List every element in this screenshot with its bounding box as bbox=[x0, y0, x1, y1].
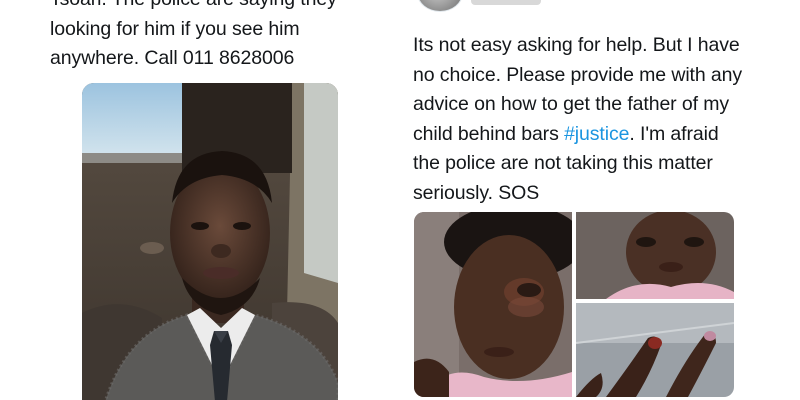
injury-hand-illustration bbox=[576, 303, 734, 397]
right-tweet-line: no choice. Please provide me with any bbox=[413, 63, 743, 86]
selfie-illustration bbox=[82, 83, 338, 400]
right-tweet-line: the police are not taking this matter bbox=[413, 152, 713, 174]
right-tweet-text: Its not easy asking for help. But I have… bbox=[413, 31, 753, 208]
injury-face-illustration bbox=[414, 212, 572, 397]
left-tweet: Tsoari. The police are saying they looki… bbox=[0, 0, 400, 400]
right-tweet-line: seriously. SOS bbox=[413, 181, 540, 204]
right-tweet-line: Its not easy asking for help. But I have bbox=[413, 34, 740, 56]
injury-photo-face-front[interactable] bbox=[576, 212, 734, 299]
injury-face-front-illustration bbox=[576, 212, 734, 299]
left-tweet-line: anywhere. Call 011 8628006 bbox=[50, 47, 295, 69]
left-tweet-line: Tsoari. The police are saying they bbox=[50, 0, 337, 10]
right-tweet-line: child behind bars bbox=[413, 122, 565, 145]
right-tweet: Its not easy asking for help. But I have… bbox=[400, 0, 800, 400]
injury-photo-hand[interactable] bbox=[576, 303, 734, 397]
avatar[interactable] bbox=[417, 0, 463, 12]
right-tweet-line: advice on how to get the father of my bbox=[413, 93, 730, 115]
right-tweet-line: . I'm afraid bbox=[629, 122, 719, 145]
selfie-photo[interactable] bbox=[82, 83, 338, 400]
injury-photo-face-side[interactable] bbox=[414, 212, 572, 397]
left-tweet-text: Tsoari. The police are saying they looki… bbox=[50, 0, 380, 74]
hashtag-link[interactable]: #justice bbox=[564, 123, 629, 145]
author-name-placeholder[interactable] bbox=[471, 0, 541, 5]
left-tweet-line: looking for him if you see him bbox=[50, 17, 300, 40]
